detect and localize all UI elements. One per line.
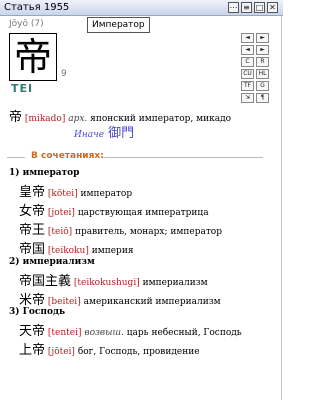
compound-word[interactable]: 帝国主義 bbox=[19, 274, 71, 289]
list-item: 皇帝 [kōtei] император bbox=[19, 181, 132, 200]
paragraph-icon[interactable]: ¶ bbox=[256, 93, 269, 103]
tooltip: Император bbox=[87, 17, 150, 33]
list-item: 帝国 [teikoku] империя bbox=[19, 238, 134, 257]
compound-meaning: правитель, монарх; император bbox=[75, 227, 222, 237]
stroke-count: 9 bbox=[61, 69, 67, 79]
compound-meaning: империя bbox=[91, 246, 134, 256]
resize-icon[interactable]: ⇲ bbox=[241, 93, 254, 103]
alternative-spelling: Иначе 御門 bbox=[74, 122, 134, 141]
list-item: 上帝 [jōtei] бог, Господь, провидение bbox=[19, 339, 200, 358]
compound-meaning: царь небесный, Господь bbox=[126, 328, 242, 338]
compound-word[interactable]: 米帝 bbox=[19, 293, 45, 308]
compound-word[interactable]: 女帝 bbox=[19, 204, 45, 219]
menu-icon[interactable]: ⋯ bbox=[228, 2, 239, 13]
alternative-label: Иначе bbox=[74, 130, 105, 140]
divider bbox=[103, 157, 263, 158]
close-icon[interactable]: ✕ bbox=[267, 2, 278, 13]
next-icon[interactable]: ► bbox=[256, 33, 269, 43]
compound-meaning: американский империализм bbox=[83, 297, 221, 307]
section-title: В сочетаниях: bbox=[31, 151, 104, 161]
window-title: Статья 1955 bbox=[4, 2, 70, 13]
compound-word[interactable]: 帝王 bbox=[19, 223, 45, 238]
definition-kanji: 帝 bbox=[9, 110, 23, 125]
list-item: 天帝 [tentei] возвыш. царь небесный, Госпо… bbox=[19, 320, 242, 339]
hl-button[interactable]: HL bbox=[256, 69, 269, 79]
compound-romaji: [teikoku] bbox=[47, 246, 89, 256]
compound-word[interactable]: 皇帝 bbox=[19, 185, 45, 200]
compound-meaning: император bbox=[80, 189, 133, 199]
list-item: 米帝 [beitei] американский империализм bbox=[19, 289, 221, 308]
compound-romaji: [tentei] bbox=[47, 328, 82, 338]
compound-meaning: бог, Господь, провидение bbox=[77, 347, 200, 357]
compound-romaji: [teikokushugi] bbox=[73, 278, 140, 288]
maximize-icon[interactable]: □ bbox=[254, 2, 265, 13]
list-item: 女帝 [jotei] царствующая императрица bbox=[19, 200, 209, 219]
tf-button[interactable]: TF bbox=[241, 81, 254, 91]
group-title: 2) империализм bbox=[9, 257, 95, 267]
divider bbox=[7, 157, 25, 158]
on-reading: TEI bbox=[11, 82, 34, 95]
forward-icon[interactable]: ► bbox=[256, 45, 269, 55]
compound-romaji: [jotei] bbox=[47, 208, 75, 218]
compound-romaji: [teiō] bbox=[47, 227, 73, 237]
g-button[interactable]: G bbox=[256, 81, 269, 91]
compound-romaji: [beitei] bbox=[47, 297, 81, 307]
main-kanji: 帝 bbox=[9, 33, 57, 81]
compound-word[interactable]: 帝国 bbox=[19, 242, 45, 257]
compound-word[interactable]: 天帝 bbox=[19, 324, 45, 339]
prev-icon[interactable]: ◄ bbox=[241, 33, 254, 43]
compound-label: возвыш. bbox=[84, 328, 124, 338]
definition-romaji: [mikado] bbox=[24, 114, 66, 124]
jouyou-grade: Jōyō (7) bbox=[9, 19, 44, 29]
group-title: 3) Господь bbox=[9, 307, 66, 317]
compound-meaning: царствующая императрица bbox=[77, 208, 209, 218]
compound-romaji: [jōtei] bbox=[47, 347, 75, 357]
compound-word[interactable]: 上帝 bbox=[19, 343, 45, 358]
list-item: 帝国主義 [teikokushugi] империализм bbox=[19, 270, 208, 289]
back-icon[interactable]: ◄ bbox=[241, 45, 254, 55]
group-title: 1) император bbox=[9, 168, 80, 178]
list-icon[interactable]: ≡ bbox=[241, 2, 252, 13]
reading-button[interactable]: R bbox=[256, 57, 269, 67]
title-bar: Статья 1955 ⋯ ≡ □ ✕ bbox=[0, 0, 283, 16]
compound-meaning: империализм bbox=[142, 278, 208, 288]
compounds-section-header: В сочетаниях: bbox=[7, 151, 265, 163]
alternative-kanji[interactable]: 御門 bbox=[108, 126, 134, 141]
list-item: 帝王 [teiō] правитель, монарх; император bbox=[19, 219, 222, 238]
cu-button[interactable]: CU bbox=[241, 69, 254, 79]
compound-romaji: [kōtei] bbox=[47, 189, 78, 199]
copy-button[interactable]: C bbox=[241, 57, 254, 67]
